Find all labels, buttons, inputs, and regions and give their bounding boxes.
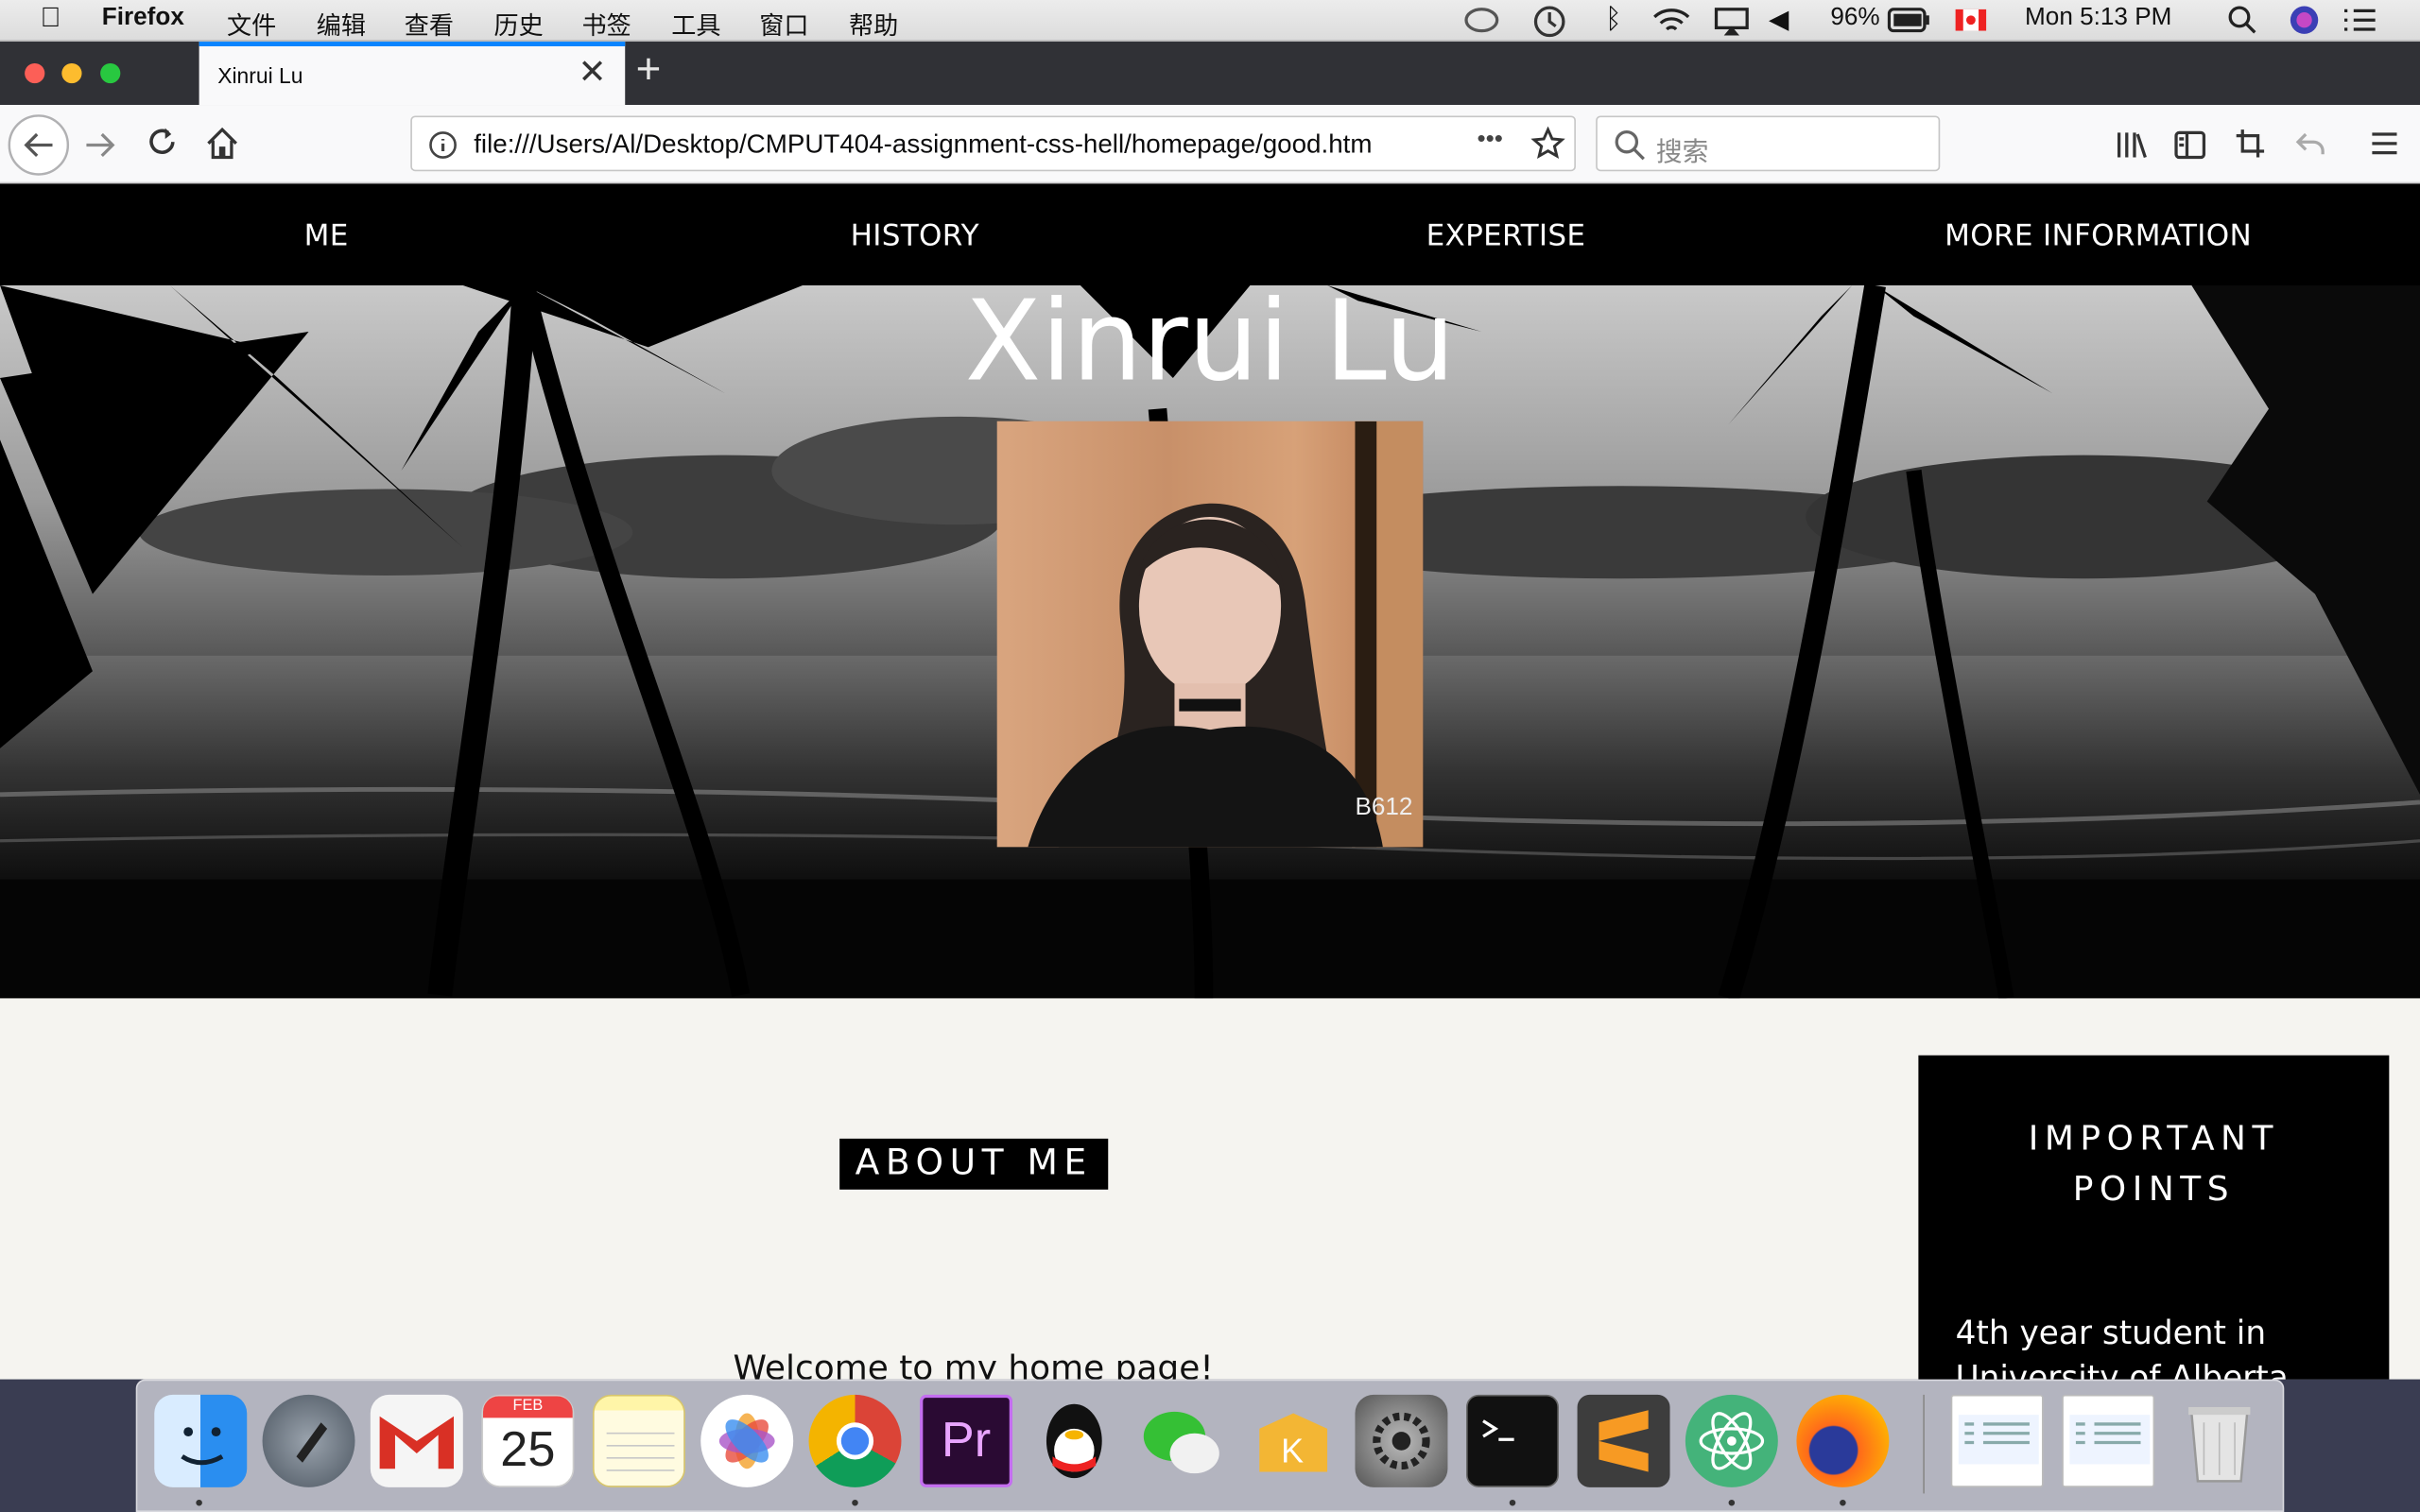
menu-history[interactable]: 历史 — [493, 5, 543, 42]
apple-icon[interactable]:  — [40, 2, 60, 34]
dock-divider — [1923, 1394, 1925, 1494]
system-preferences-icon[interactable] — [1355, 1394, 1448, 1487]
about-me-heading: ABOUT ME — [839, 1138, 1109, 1190]
sidebar-icon[interactable] — [2173, 129, 2207, 168]
photo-watermark: B612 — [1355, 792, 1412, 820]
nav-me[interactable]: ME — [304, 219, 349, 253]
screenshot-icon[interactable] — [2235, 129, 2266, 167]
menu-help[interactable]: 帮助 — [849, 5, 898, 42]
terminal-running-indicator — [1509, 1499, 1516, 1506]
calendar-icon[interactable]: FEB 25 — [481, 1394, 575, 1487]
menu-view[interactable]: 查看 — [405, 5, 454, 42]
battery-percent: 96% — [1830, 4, 1880, 31]
wifi-icon[interactable] — [1651, 7, 1691, 45]
kugou-music-icon[interactable]: K — [1247, 1395, 1340, 1487]
mac-menu-bar:  Firefox 文件 编辑 查看 历史 书签 工具 窗口 帮助 ᛒ ◀ 96… — [0, 0, 2420, 45]
firefox-running-indicator — [1840, 1499, 1846, 1506]
atom-icon[interactable] — [1685, 1394, 1778, 1487]
firefox-icon[interactable] — [1796, 1394, 1890, 1487]
menu-app-name[interactable]: Firefox — [102, 5, 184, 32]
hero-title: Xinrui Lu — [964, 285, 1456, 406]
window-zoom-button[interactable] — [100, 62, 121, 84]
finder-icon[interactable] — [154, 1394, 248, 1487]
menu-bookmarks[interactable]: 书签 — [582, 5, 631, 42]
page-actions-icon[interactable]: ••• — [1477, 127, 1502, 154]
important-points-body: 4th year student in University of Albert… — [1955, 1314, 2289, 1380]
tab-title: Xinrui Lu — [217, 62, 303, 89]
trash-icon[interactable] — [2173, 1395, 2266, 1487]
svg-text:K: K — [1281, 1432, 1304, 1470]
web-page: ME HISTORY EXPERTISE MORE INFORMATION Xi… — [0, 183, 2420, 1380]
home-button[interactable] — [205, 127, 239, 168]
menu-tools[interactable]: 工具 — [671, 5, 720, 42]
finder-running-indicator — [196, 1499, 202, 1506]
url-bar[interactable]: file:///Users/Al/Desktop/CMPUT404-assign… — [410, 115, 1576, 172]
volume-icon[interactable]: ◀ — [1769, 5, 1789, 36]
profile-photo: B612 — [996, 421, 1424, 848]
important-heading-line2: POINTS — [2072, 1171, 2236, 1210]
time-machine-icon[interactable] — [1531, 5, 1568, 46]
calendar-month: FEB — [483, 1396, 573, 1418]
spotlight-icon[interactable] — [2227, 5, 2258, 43]
new-tab-button[interactable]: + — [636, 44, 662, 94]
library-icon[interactable] — [2115, 129, 2149, 168]
chrome-icon[interactable] — [808, 1394, 902, 1487]
creative-cloud-icon[interactable] — [1463, 7, 1500, 43]
notes-icon[interactable] — [592, 1394, 685, 1487]
notification-center-icon[interactable] — [2342, 7, 2378, 43]
hamburger-menu-icon[interactable] — [2371, 131, 2398, 163]
nav-expertise[interactable]: EXPERTISE — [1426, 219, 1586, 253]
url-text[interactable]: file:///Users/Al/Desktop/CMPUT404-assign… — [474, 129, 1477, 161]
search-icon — [1613, 129, 1647, 170]
terminal-icon[interactable] — [1466, 1394, 1559, 1487]
photos-icon[interactable] — [700, 1394, 794, 1487]
nav-history[interactable]: HISTORY — [851, 219, 979, 253]
site-navbar: ME HISTORY EXPERTISE MORE INFORMATION — [0, 183, 2420, 286]
battery-icon[interactable] — [1887, 8, 1931, 40]
hero-banner: Xinrui Lu B612 — [0, 285, 2420, 999]
tab-active[interactable]: Xinrui Lu ✕ — [199, 42, 626, 106]
sublime-text-icon[interactable] — [1577, 1394, 1670, 1487]
back-button[interactable] — [7, 112, 72, 185]
search-placeholder: 搜索 — [1655, 137, 1709, 167]
bookmark-star-icon[interactable] — [1530, 126, 1565, 168]
menu-window[interactable]: 窗口 — [759, 5, 808, 42]
bluetooth-icon[interactable]: ᛒ — [1605, 3, 1622, 35]
airplay-icon[interactable] — [1713, 7, 1750, 45]
qq-icon[interactable] — [1028, 1395, 1120, 1487]
tab-close-icon[interactable]: ✕ — [579, 53, 607, 93]
minimized-finder-window-2[interactable] — [2062, 1394, 2155, 1487]
launchpad-icon[interactable] — [262, 1394, 355, 1487]
nav-more-information[interactable]: MORE INFORMATION — [1945, 219, 2252, 253]
undo-icon[interactable] — [2295, 129, 2326, 165]
gmail-icon[interactable] — [370, 1394, 463, 1487]
portrait-image: B612 — [1028, 421, 1424, 848]
reload-button[interactable] — [145, 127, 179, 168]
menu-edit[interactable]: 编辑 — [317, 5, 366, 42]
premiere-icon[interactable]: Pr — [920, 1394, 1013, 1487]
minimized-finder-window-1[interactable] — [1950, 1394, 2044, 1487]
canada-flag-icon[interactable] — [1955, 9, 1987, 39]
wechat-icon[interactable] — [1136, 1395, 1229, 1487]
calendar-day: 25 — [500, 1420, 556, 1477]
forward-button[interactable] — [83, 129, 117, 170]
important-heading-line1: IMPORTANT — [2028, 1120, 2279, 1160]
important-points-panel: IMPORTANT POINTS 4th year student in Uni… — [1918, 1055, 2390, 1380]
menu-file[interactable]: 文件 — [227, 5, 276, 42]
search-bar[interactable]: 搜索 — [1596, 115, 1941, 172]
important-points-heading: IMPORTANT POINTS — [1918, 1114, 2389, 1216]
chrome-running-indicator — [852, 1499, 858, 1506]
welcome-text: Welcome to my home page! — [733, 1349, 1214, 1380]
window-minimize-button[interactable] — [61, 62, 82, 84]
site-info-icon[interactable] — [427, 129, 458, 168]
siri-icon[interactable] — [2289, 5, 2320, 43]
atom-running-indicator — [1728, 1499, 1736, 1506]
menu-clock[interactable]: Mon 5:13 PM — [2025, 5, 2171, 32]
window-close-button[interactable] — [25, 62, 45, 84]
